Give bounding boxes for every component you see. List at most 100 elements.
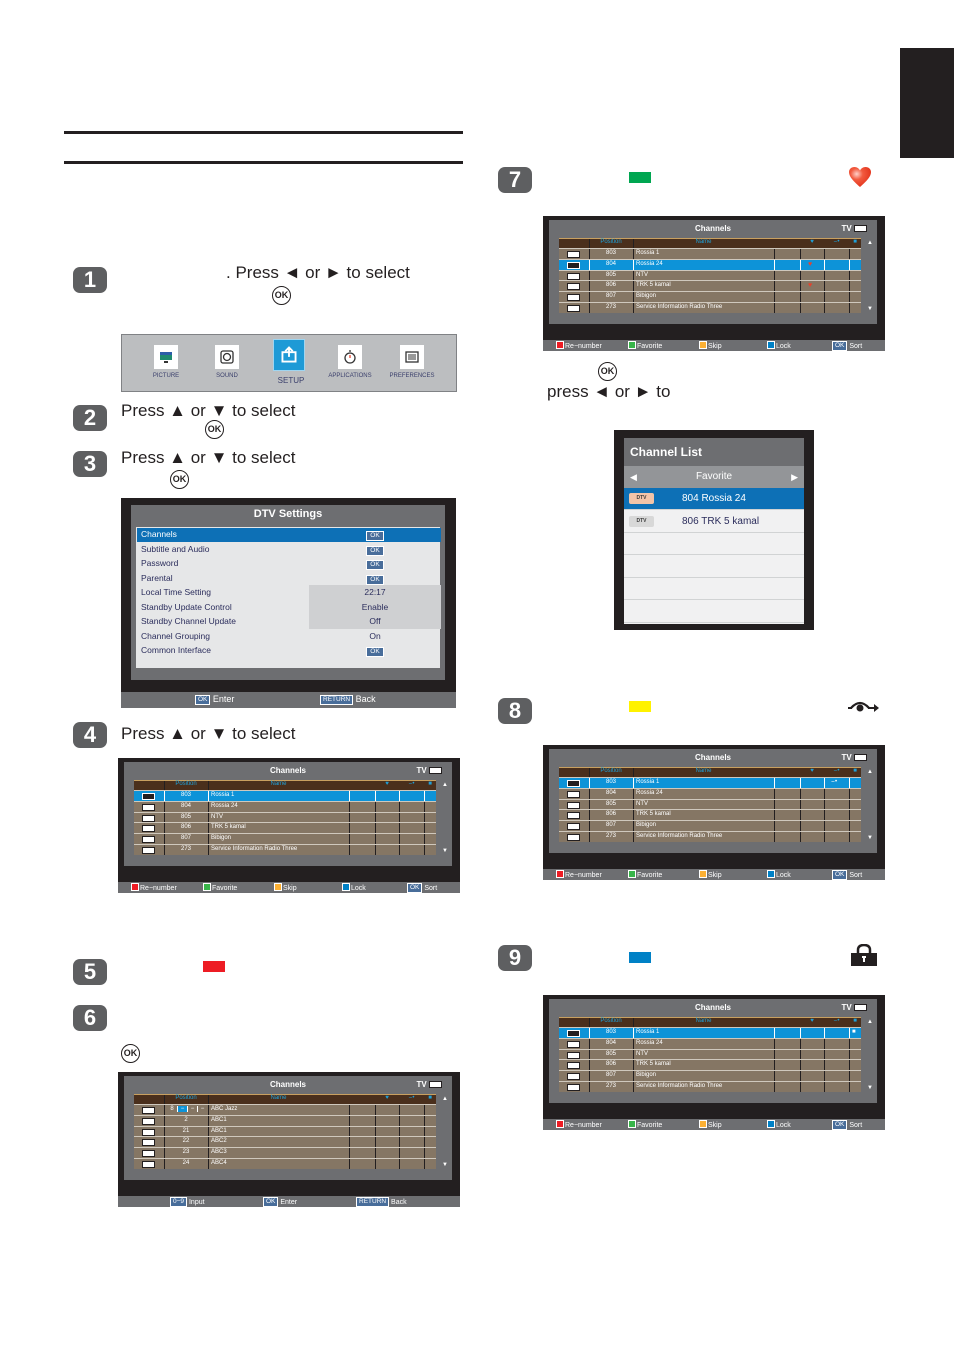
channel-row[interactable]: 21 ABC1	[134, 1125, 436, 1137]
scroll-down-icon[interactable]: ▼	[867, 306, 873, 312]
footer-hint-lock[interactable]: Lock	[767, 1120, 791, 1129]
channel-name: Rossia 1	[636, 1029, 660, 1035]
ok-badge[interactable]: OK	[366, 531, 384, 541]
settings-row-local-time-setting[interactable]: Local Time Setting 22:17	[137, 585, 441, 600]
settings-row-value[interactable]: OK	[309, 529, 441, 541]
menu-item-picture[interactable]: PICTURE	[136, 335, 196, 393]
footer-hint-renumber[interactable]: Re−number	[556, 1120, 602, 1129]
scroll-down-icon[interactable]: ▼	[442, 1162, 448, 1168]
footer-hint-sort[interactable]: OK Sort	[407, 883, 437, 893]
footer-hint-favorite[interactable]: Favorite	[628, 870, 662, 879]
channel-row[interactable]: 806 TRK 5 kamal	[134, 822, 436, 834]
position-digit[interactable]: 8	[167, 1106, 177, 1112]
channel-row[interactable]: 22 ABC2	[134, 1136, 436, 1148]
scroll-up-icon[interactable]: ▲	[867, 240, 873, 246]
menu-item-sound[interactable]: SOUND	[197, 335, 257, 393]
footer-hint-back[interactable]: RETURN Back	[356, 1197, 407, 1207]
footer-hint-lock[interactable]: Lock	[342, 883, 366, 892]
scroll-up-icon[interactable]: ▲	[867, 1019, 873, 1025]
channel-row[interactable]: 24 ABC4	[134, 1157, 436, 1169]
settings-row-password[interactable]: Password OK	[137, 557, 441, 571]
footer-hint-renumber[interactable]: Re−number	[556, 341, 602, 350]
channel-row[interactable]: 806 TRK 5 kamal	[559, 1059, 861, 1071]
arrow-left-icon[interactable]: ◀	[630, 466, 637, 488]
channel-row[interactable]: 806 TRK 5 kamal	[559, 809, 861, 821]
footer-hint-input[interactable]: 0−9 Input	[170, 1197, 205, 1207]
scroll-up-icon[interactable]: ▲	[442, 1096, 448, 1102]
settings-row-standby-update-control[interactable]: Standby Update Control Enable	[137, 599, 441, 615]
position-digit[interactable]: −	[197, 1106, 207, 1112]
channel-list-item[interactable]: DTV 806 TRK 5 kamal	[624, 511, 804, 533]
ok-badge[interactable]: OK	[366, 574, 384, 585]
channel-row[interactable]: 807 Bibigon	[559, 820, 861, 831]
channel-row[interactable]: 803 Rossia 1	[559, 248, 861, 259]
settings-row-parental[interactable]: Parental OK	[137, 572, 441, 586]
channel-row[interactable]: 807 Bibigon	[559, 1070, 861, 1081]
channel-row[interactable]: 273 Service Information Radio Three	[559, 830, 861, 842]
scroll-down-icon[interactable]: ▼	[867, 835, 873, 841]
position-digit[interactable]: −	[187, 1106, 197, 1112]
channel-row[interactable]: 804 Rossia 24	[559, 787, 861, 799]
footer-hint-lock[interactable]: Lock	[767, 341, 791, 350]
settings-row-common-interface[interactable]: Common Interface OK	[137, 644, 441, 658]
channel-row[interactable]: 806 TRK 5 kamal ♥	[559, 280, 861, 292]
channel-row[interactable]: 804 Rossia 24	[559, 1037, 861, 1049]
settings-row-channel-grouping[interactable]: Channel Grouping On	[137, 630, 441, 644]
footer-hint-skip[interactable]: Skip	[699, 870, 722, 879]
menu-item-setup[interactable]: SETUP	[261, 335, 321, 393]
ok-badge[interactable]: OK	[366, 545, 384, 556]
channel-row[interactable]: 23 ABC3	[134, 1147, 436, 1158]
channel-row[interactable]: 805 NTV	[559, 269, 861, 281]
scroll-up-icon[interactable]: ▲	[442, 782, 448, 788]
column-divider	[633, 259, 634, 270]
position-digit[interactable]: −	[177, 1106, 187, 1112]
footer-hint-sort[interactable]: OK Sort	[832, 1120, 862, 1130]
column-divider	[589, 788, 590, 799]
footer-hint-sort[interactable]: OK Sort	[832, 341, 862, 351]
position-input[interactable]: 8− − −	[167, 1106, 207, 1112]
channel-list-filter[interactable]: ◀ Favorite ▶	[624, 466, 804, 488]
channel-row[interactable]: 803 Rossia 1	[134, 790, 436, 801]
channel-row[interactable]: 807 Bibigon	[134, 833, 436, 844]
settings-row-value[interactable]: OK	[309, 558, 441, 570]
scroll-up-icon[interactable]: ▲	[867, 769, 873, 775]
footer-hint-favorite[interactable]: Favorite	[628, 341, 662, 350]
settings-row-subtitle-and-audio[interactable]: Subtitle and Audio OK	[137, 543, 441, 557]
footer-hint-skip[interactable]: Skip	[699, 1120, 722, 1129]
channel-list-item[interactable]: DTV 804 Rossia 24	[624, 488, 804, 510]
scroll-down-icon[interactable]: ▼	[867, 1085, 873, 1091]
channel-row[interactable]: 803 Rossia 1 ■	[559, 1027, 861, 1038]
menu-item-applications[interactable]: APPLICATIONS	[320, 335, 380, 393]
settings-row-channels[interactable]: Channels OK	[137, 528, 441, 542]
channel-row[interactable]: 805 NTV	[559, 798, 861, 810]
footer-hint-renumber[interactable]: Re−number	[556, 870, 602, 879]
menu-item-preferences[interactable]: PREFERENCES	[382, 335, 442, 393]
footer-hint-lock[interactable]: Lock	[767, 870, 791, 879]
footer-hint-renumber[interactable]: Re−number	[131, 883, 177, 892]
footer-hint-skip[interactable]: Skip	[699, 341, 722, 350]
footer-hint-sort[interactable]: OK Sort	[832, 870, 862, 880]
channel-row[interactable]: 273 Service Information Radio Three	[559, 1080, 861, 1092]
ok-badge[interactable]: OK	[366, 560, 384, 570]
footer-hint-enter[interactable]: OK Enter	[263, 1197, 297, 1207]
footer-hint-skip[interactable]: Skip	[274, 883, 297, 892]
settings-row-standby-channel-update[interactable]: Standby Channel Update Off	[137, 614, 441, 629]
settings-row-value[interactable]: OK	[309, 544, 441, 556]
channel-row[interactable]: 807 Bibigon	[559, 291, 861, 302]
channel-row[interactable]: 804 Rossia 24 ♥	[559, 258, 861, 270]
channel-row[interactable]: 273 Service Information Radio Three	[134, 843, 436, 855]
channel-row[interactable]: 805 NTV	[134, 811, 436, 823]
channel-row[interactable]: 8− − − ABC Jazz	[134, 1104, 436, 1115]
channel-row[interactable]: 273 Service Information Radio Three	[559, 301, 861, 313]
scroll-down-icon[interactable]: ▼	[442, 848, 448, 854]
ok-badge[interactable]: OK	[366, 647, 384, 657]
channel-row[interactable]: 804 Rossia 24	[134, 800, 436, 812]
channel-row[interactable]: 805 NTV	[559, 1048, 861, 1060]
settings-row-value[interactable]: OK	[309, 645, 441, 657]
footer-hint-favorite[interactable]: Favorite	[628, 1120, 662, 1129]
channel-row[interactable]: 803 Rossia 1 ⌢•	[559, 777, 861, 788]
arrow-right-icon[interactable]: ▶	[791, 466, 798, 488]
footer-hint-favorite[interactable]: Favorite	[203, 883, 237, 892]
settings-row-value[interactable]: OK	[309, 573, 441, 585]
channel-row[interactable]: 2 ABC1	[134, 1114, 436, 1126]
